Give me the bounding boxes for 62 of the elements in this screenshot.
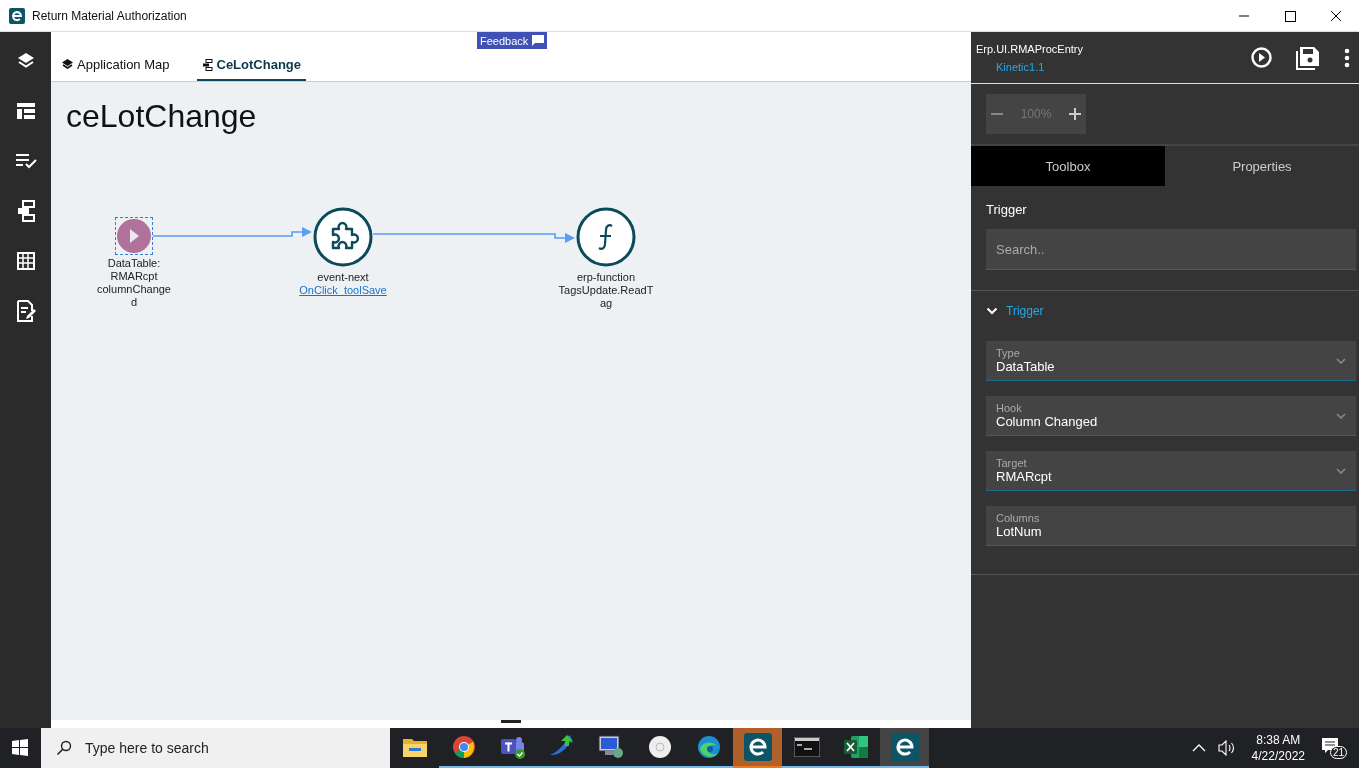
app-logo-icon [9,7,25,24]
browser-icon[interactable] [451,735,476,759]
node-label: erp-function [576,271,636,284]
chevron-up-icon[interactable] [1191,744,1206,752]
node-label: ag [599,297,613,310]
dropdown-field[interactable]: Target RMARcpt [986,451,1356,491]
clock-time[interactable]: 8:38 AM [1256,732,1301,748]
layers-icon [62,59,73,70]
node-label: event-next [317,271,369,284]
taskbar-search-field[interactable]: Type here to search [41,728,390,768]
panel-tab[interactable]: Properties [1165,146,1359,186]
dropdown-field[interactable]: Type DataTable [986,341,1356,381]
chevron-down-icon [1336,412,1346,419]
app-logo-icon[interactable] [890,733,919,761]
panel-tab[interactable]: Toolbox [971,146,1165,186]
save-icon[interactable] [1296,45,1320,70]
remote-desktop-icon[interactable] [597,735,624,759]
layout-icon[interactable] [15,102,36,120]
disc-icon[interactable] [647,735,672,759]
notification-count: 21 [1330,746,1348,759]
feedback-button[interactable]: Feedback [477,32,548,49]
handler-link[interactable]: OnClick_toolSave [299,284,387,297]
dropdown-field[interactable]: Hook Column Changed [986,396,1356,436]
node-label: columnChange [97,283,171,296]
puzzle-node-icon[interactable] [313,207,373,267]
node-label: RMARcpt [110,270,158,283]
spreadsheet-icon[interactable] [842,735,869,759]
section-title: Trigger [986,202,1028,217]
search-icon [56,740,72,756]
text-field[interactable]: Columns LotNum [986,506,1356,546]
speech-bubble-icon [532,35,545,46]
function-node-icon[interactable] [576,207,636,267]
tab[interactable]: Application Map [57,57,175,81]
app-logo-icon[interactable] [743,733,772,761]
search-field[interactable]: Search.. [986,229,1356,270]
more-icon[interactable] [1344,47,1350,68]
play-node-icon[interactable] [117,219,151,253]
chevron-down-icon [1336,357,1346,364]
chevron-down-icon [1336,467,1346,474]
flow-icon [201,58,213,71]
drag-handle-icon[interactable] [501,720,521,723]
terminal-icon[interactable] [793,737,820,757]
flow-icon[interactable] [15,200,36,222]
clock-date[interactable]: 4/22/2022 [1251,748,1305,764]
page-heading: ceLotChange [66,98,257,135]
version-link[interactable]: Kinetic1.1 [996,60,1083,73]
volume-icon[interactable] [1217,740,1236,756]
node-label: d [130,296,138,309]
edge-browser-icon[interactable] [696,735,721,759]
checklist-icon[interactable] [14,153,37,169]
node-label: TagsUpdate.ReadT [558,284,654,297]
section-header[interactable]: Trigger [986,291,1356,331]
folder-icon[interactable] [402,737,427,757]
app-name: Erp.UI.RMAProcEntry [976,42,1083,55]
grid-icon[interactable] [15,251,36,271]
window-title: Return Material Authorization [32,8,187,23]
node-label: DataTable: [107,257,161,270]
play-icon[interactable] [1251,47,1272,68]
document-edit-icon[interactable] [15,300,36,322]
plus-icon[interactable] [1068,107,1082,121]
chevron-down-icon [986,307,998,315]
chat-app-icon[interactable] [499,735,526,759]
